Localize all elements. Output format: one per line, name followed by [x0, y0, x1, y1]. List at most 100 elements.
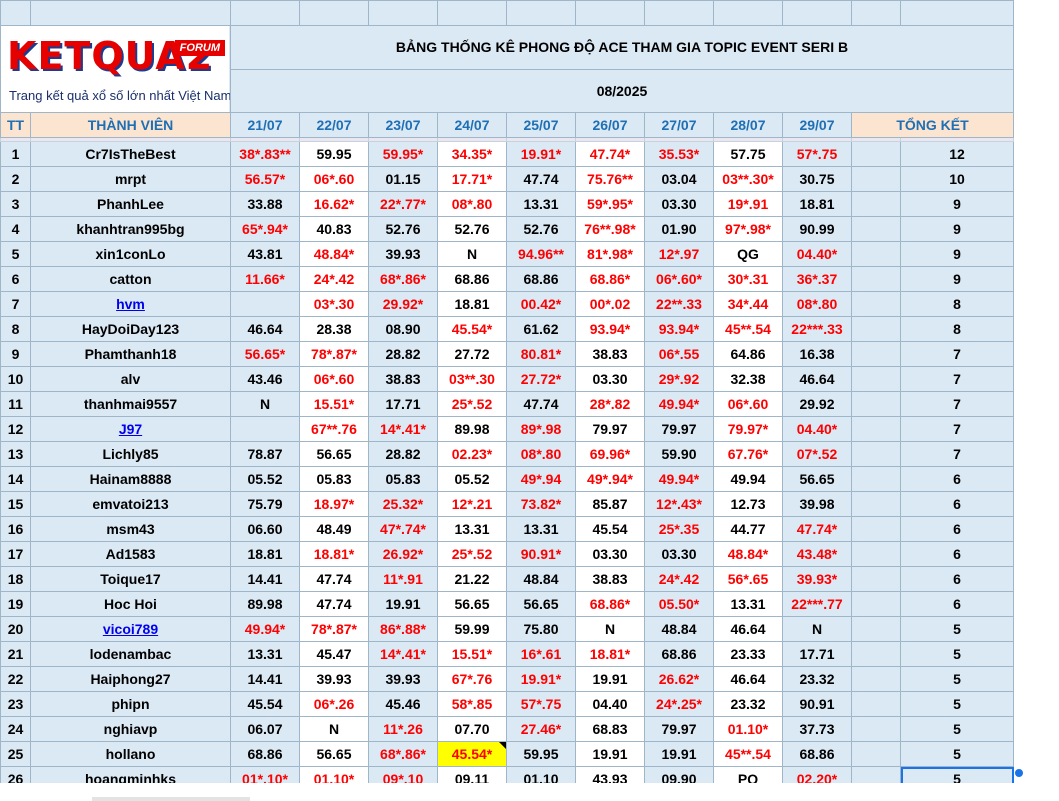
member-name-cell[interactable]: mrpt [30, 166, 231, 192]
row-number-cell[interactable]: 15 [0, 491, 31, 517]
result-cell[interactable]: 79.97 [644, 416, 714, 442]
member-name-cell[interactable]: Lichly85 [30, 441, 231, 467]
result-cell[interactable]: 13.31 [506, 516, 576, 542]
result-cell[interactable]: 56*.65 [713, 566, 783, 592]
result-cell[interactable]: 35.53* [644, 141, 714, 167]
row-number-cell[interactable]: 1 [0, 141, 31, 167]
result-cell[interactable]: 97*.98* [713, 216, 783, 242]
total-cell[interactable]: 6 [900, 516, 1014, 542]
result-cell[interactable]: 12*.21 [437, 491, 507, 517]
result-cell[interactable]: 67.76* [713, 441, 783, 467]
result-cell[interactable]: 27.46* [506, 716, 576, 742]
result-cell[interactable]: 36*.37 [782, 266, 852, 292]
result-cell[interactable]: 69.96* [575, 441, 645, 467]
result-cell[interactable]: 07.70 [437, 716, 507, 742]
result-cell[interactable]: 16*.61 [506, 641, 576, 667]
result-cell[interactable]: 13.31 [230, 641, 300, 667]
result-cell[interactable]: 28*.82 [575, 391, 645, 417]
result-cell[interactable]: 08*.80 [506, 441, 576, 467]
row-number-cell[interactable]: 21 [0, 641, 31, 667]
result-cell[interactable]: 65*.94* [230, 216, 300, 242]
result-cell[interactable]: 19.91 [575, 666, 645, 692]
result-cell[interactable]: 75.80 [506, 616, 576, 642]
row-number-cell[interactable]: 20 [0, 616, 31, 642]
result-cell[interactable]: 05.52 [437, 466, 507, 492]
result-cell[interactable]: 01.10* [713, 716, 783, 742]
result-cell[interactable]: N [437, 241, 507, 267]
member-name-cell[interactable]: vicoi789 [30, 616, 231, 642]
result-cell[interactable]: 34.35* [437, 141, 507, 167]
result-cell[interactable]: 32.38 [713, 366, 783, 392]
result-cell[interactable]: 38.83 [368, 366, 438, 392]
result-cell[interactable]: 14*.41* [368, 416, 438, 442]
result-cell[interactable]: 68.86* [575, 591, 645, 617]
member-name-cell[interactable]: Haiphong27 [30, 666, 231, 692]
result-cell[interactable]: 19.91* [506, 666, 576, 692]
result-cell[interactable]: 52.76 [368, 216, 438, 242]
result-cell[interactable]: 45.54 [230, 691, 300, 717]
result-cell[interactable] [230, 416, 300, 442]
result-cell[interactable]: 75.79 [230, 491, 300, 517]
row-number-cell[interactable]: 10 [0, 366, 31, 392]
result-cell[interactable]: 78*.87* [299, 341, 369, 367]
total-spacer-cell[interactable] [851, 491, 901, 517]
member-name-cell[interactable]: hvm [30, 291, 231, 317]
row-number-cell[interactable]: 9 [0, 341, 31, 367]
result-cell[interactable]: 06*.55 [644, 341, 714, 367]
total-spacer-cell[interactable] [851, 166, 901, 192]
result-cell[interactable]: 24*.42 [644, 566, 714, 592]
result-cell[interactable]: 47*.74* [368, 516, 438, 542]
total-spacer-cell[interactable] [851, 291, 901, 317]
total-cell[interactable]: 7 [900, 366, 1014, 392]
result-cell[interactable]: 56.65* [230, 341, 300, 367]
header-date[interactable]: 22/07 [299, 112, 369, 138]
member-name-cell[interactable]: phipn [30, 691, 231, 717]
member-name-cell[interactable]: Phamthanh18 [30, 341, 231, 367]
result-cell[interactable]: 76**.98* [575, 216, 645, 242]
member-name-cell[interactable]: J97 [30, 416, 231, 442]
member-name-cell[interactable]: khanhtran995bg [30, 216, 231, 242]
member-name-cell[interactable]: Toique17 [30, 566, 231, 592]
result-cell[interactable]: 48.49 [299, 516, 369, 542]
result-cell[interactable]: 03.04 [644, 166, 714, 192]
total-spacer-cell[interactable] [851, 316, 901, 342]
result-cell[interactable]: 39.93 [299, 666, 369, 692]
result-cell[interactable]: 49*.94 [506, 466, 576, 492]
total-cell[interactable]: 10 [900, 166, 1014, 192]
result-cell[interactable]: 90.99 [782, 216, 852, 242]
result-cell[interactable]: N [230, 391, 300, 417]
row-number-cell[interactable]: 6 [0, 266, 31, 292]
result-cell[interactable]: 29*.92 [644, 366, 714, 392]
result-cell[interactable]: 03.30 [575, 541, 645, 567]
result-cell[interactable]: 28.38 [299, 316, 369, 342]
result-cell[interactable]: 47.74 [506, 166, 576, 192]
result-cell[interactable]: 17.71 [368, 391, 438, 417]
result-cell[interactable]: 93.94* [575, 316, 645, 342]
result-cell[interactable]: 21.22 [437, 566, 507, 592]
result-cell[interactable]: 19.91* [506, 141, 576, 167]
row-number-cell[interactable]: 19 [0, 591, 31, 617]
result-cell[interactable]: 89.98 [230, 591, 300, 617]
total-cell[interactable]: 6 [900, 566, 1014, 592]
result-cell[interactable]: 68.86 [506, 266, 576, 292]
result-cell[interactable]: 79.97 [575, 416, 645, 442]
header-date[interactable]: 27/07 [644, 112, 714, 138]
total-cell[interactable]: 8 [900, 316, 1014, 342]
result-cell[interactable]: 03.30 [575, 366, 645, 392]
result-cell[interactable]: 43.46 [230, 366, 300, 392]
result-cell[interactable]: 43.48* [782, 541, 852, 567]
result-cell[interactable]: 39.98 [782, 491, 852, 517]
result-cell[interactable]: 59.95 [506, 741, 576, 767]
row-number-cell[interactable]: 12 [0, 416, 31, 442]
result-cell[interactable]: 64.86 [713, 341, 783, 367]
result-cell[interactable]: 25.32* [368, 491, 438, 517]
row-number-cell[interactable]: 4 [0, 216, 31, 242]
result-cell[interactable]: 68.86 [644, 641, 714, 667]
total-spacer-cell[interactable] [851, 566, 901, 592]
row-number-cell[interactable]: 22 [0, 666, 31, 692]
result-cell[interactable]: 12.73 [713, 491, 783, 517]
result-cell[interactable]: 85.87 [575, 491, 645, 517]
result-cell[interactable]: 08*.80 [782, 291, 852, 317]
header-date[interactable]: 26/07 [575, 112, 645, 138]
result-cell[interactable]: 68.86* [575, 266, 645, 292]
